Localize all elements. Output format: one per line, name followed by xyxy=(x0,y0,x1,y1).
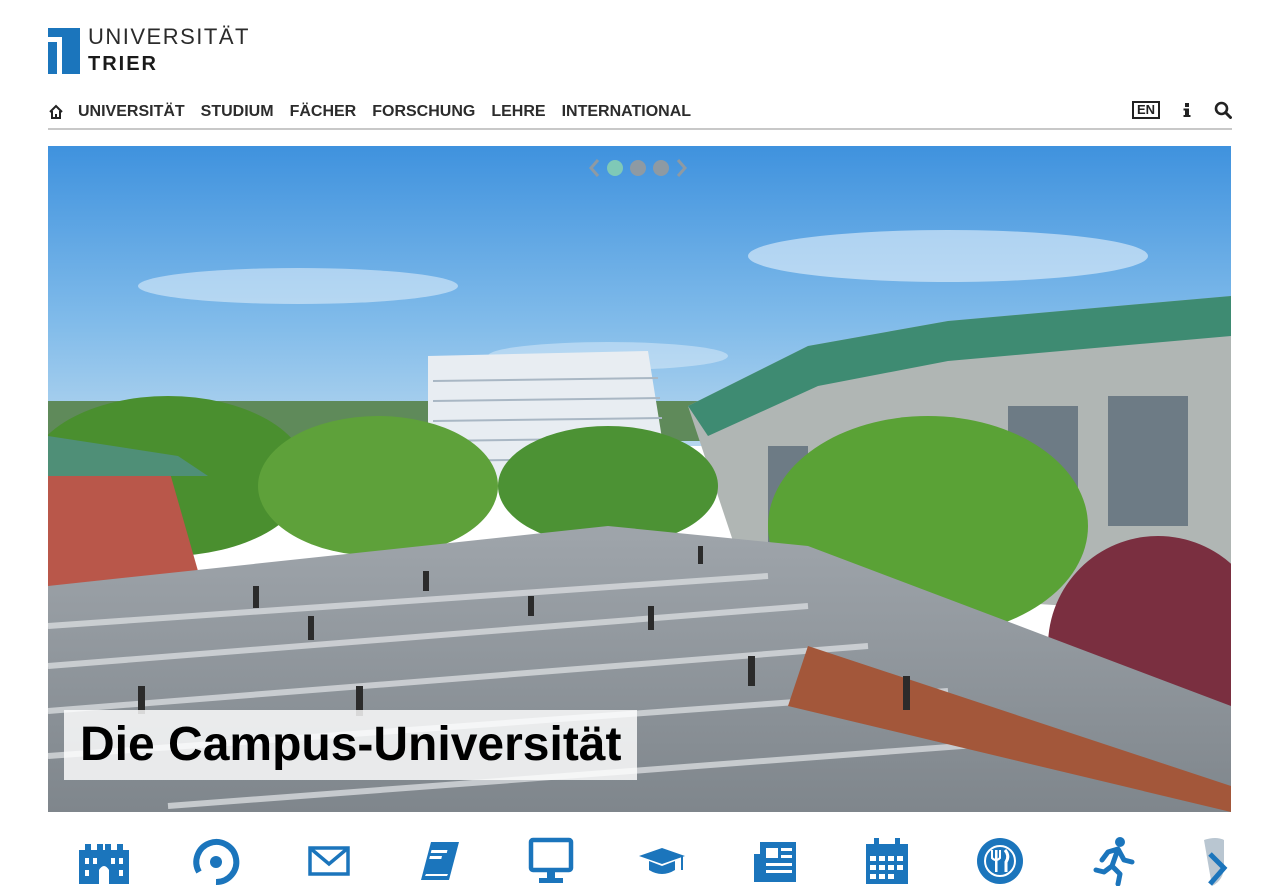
logo-text-line2: TRIER xyxy=(88,53,158,75)
graduation-cap-icon xyxy=(639,848,685,874)
newspaper-icon xyxy=(754,842,796,882)
location-pin-icon xyxy=(193,839,240,886)
campus-building-icon xyxy=(79,844,129,884)
slider-controls xyxy=(588,158,688,178)
info-icon[interactable] xyxy=(1178,101,1196,119)
language-switch-button[interactable]: EN xyxy=(1131,101,1160,119)
quicklink-sports[interactable] xyxy=(1086,836,1140,887)
quicklink-campus[interactable] xyxy=(77,836,131,886)
nav-item-international[interactable]: INTERNATIONAL xyxy=(562,98,707,126)
quicklink-calendar[interactable] xyxy=(860,836,914,886)
quicklink-dining[interactable] xyxy=(973,836,1027,886)
calendar-icon xyxy=(866,838,908,884)
chevron-left-icon[interactable] xyxy=(588,158,600,178)
book-icon xyxy=(421,842,459,880)
search-icon[interactable] xyxy=(1214,101,1232,119)
nav-item-forschung[interactable]: FORSCHUNG xyxy=(372,98,491,126)
nav-items: UNIVERSITÄT STUDIUM FÄCHER FORSCHUNG LEH… xyxy=(78,98,707,126)
hero-caption[interactable]: Die Campus-Universität xyxy=(64,710,638,780)
quicklink-shield[interactable] xyxy=(1198,836,1252,886)
quicklink-mail[interactable] xyxy=(302,836,356,886)
quicklinks-bar xyxy=(48,830,1280,887)
nav-item-studium[interactable]: STUDIUM xyxy=(201,98,290,126)
nav-tools: EN xyxy=(1131,101,1232,119)
quicklink-studies[interactable] xyxy=(635,836,689,886)
main-navigation: UNIVERSITÄT STUDIUM FÄCHER FORSCHUNG LEH… xyxy=(48,98,1232,130)
logo-mark-icon xyxy=(48,28,80,74)
chevron-right-icon[interactable] xyxy=(676,158,688,178)
hero-slider: Die Campus-Universität xyxy=(48,146,1231,812)
nav-item-universitaet[interactable]: UNIVERSITÄT xyxy=(78,98,201,126)
university-logo[interactable]: UNIVERSITÄT TRIER xyxy=(48,24,258,76)
quicklink-computer[interactable] xyxy=(524,836,578,886)
slide-dot-3[interactable] xyxy=(653,160,669,176)
slide-dot-1[interactable] xyxy=(607,160,623,176)
logo-text-line1: UNIVERSITÄT xyxy=(88,24,250,49)
shield-icon xyxy=(1204,838,1228,886)
computer-icon xyxy=(528,837,574,883)
slide-dot-2[interactable] xyxy=(630,160,646,176)
quicklink-library[interactable] xyxy=(413,836,467,886)
quicklink-location[interactable] xyxy=(189,836,243,886)
dining-icon xyxy=(977,838,1023,884)
mail-icon xyxy=(308,846,350,876)
home-icon[interactable] xyxy=(48,104,64,120)
hero-caption-text: Die Campus-Universität xyxy=(80,718,622,771)
running-icon xyxy=(1093,837,1135,887)
quicklink-news[interactable] xyxy=(748,836,802,886)
nav-item-lehre[interactable]: LEHRE xyxy=(491,98,561,126)
nav-item-faecher[interactable]: FÄCHER xyxy=(290,98,373,126)
